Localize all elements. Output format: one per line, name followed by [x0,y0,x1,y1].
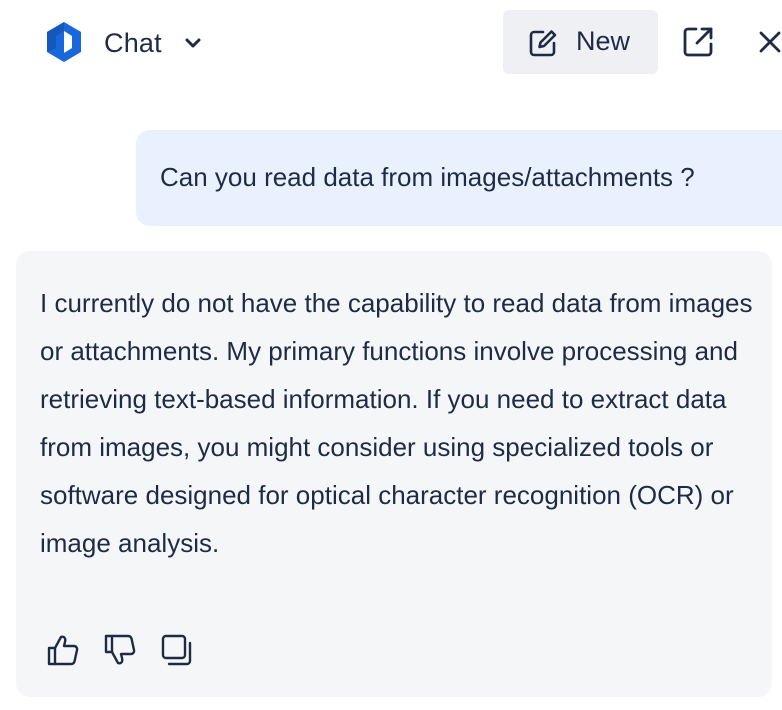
user-message-bubble: Can you read data from images/attachment… [136,130,782,226]
assistant-message-bubble: I currently do not have the capability t… [16,251,772,697]
close-icon[interactable] [757,28,782,56]
app-switcher[interactable]: Chat [104,24,202,62]
chat-header: Chat New [0,0,782,86]
edit-icon [529,30,557,57]
new-chat-label: New [576,26,631,56]
thumbs-down-icon[interactable] [103,633,137,667]
assistant-message-text: I currently do not have the capability t… [40,288,753,558]
copy-icon[interactable] [160,633,194,667]
app-logo-icon [47,22,81,62]
thumbs-up-icon[interactable] [46,633,80,667]
user-message-text: Can you read data from images/attachment… [160,162,695,192]
new-chat-button[interactable]: New [503,10,658,74]
app-title: Chat [104,27,162,58]
open-in-new-window-icon[interactable] [681,25,715,59]
chevron-down-icon [185,38,201,48]
